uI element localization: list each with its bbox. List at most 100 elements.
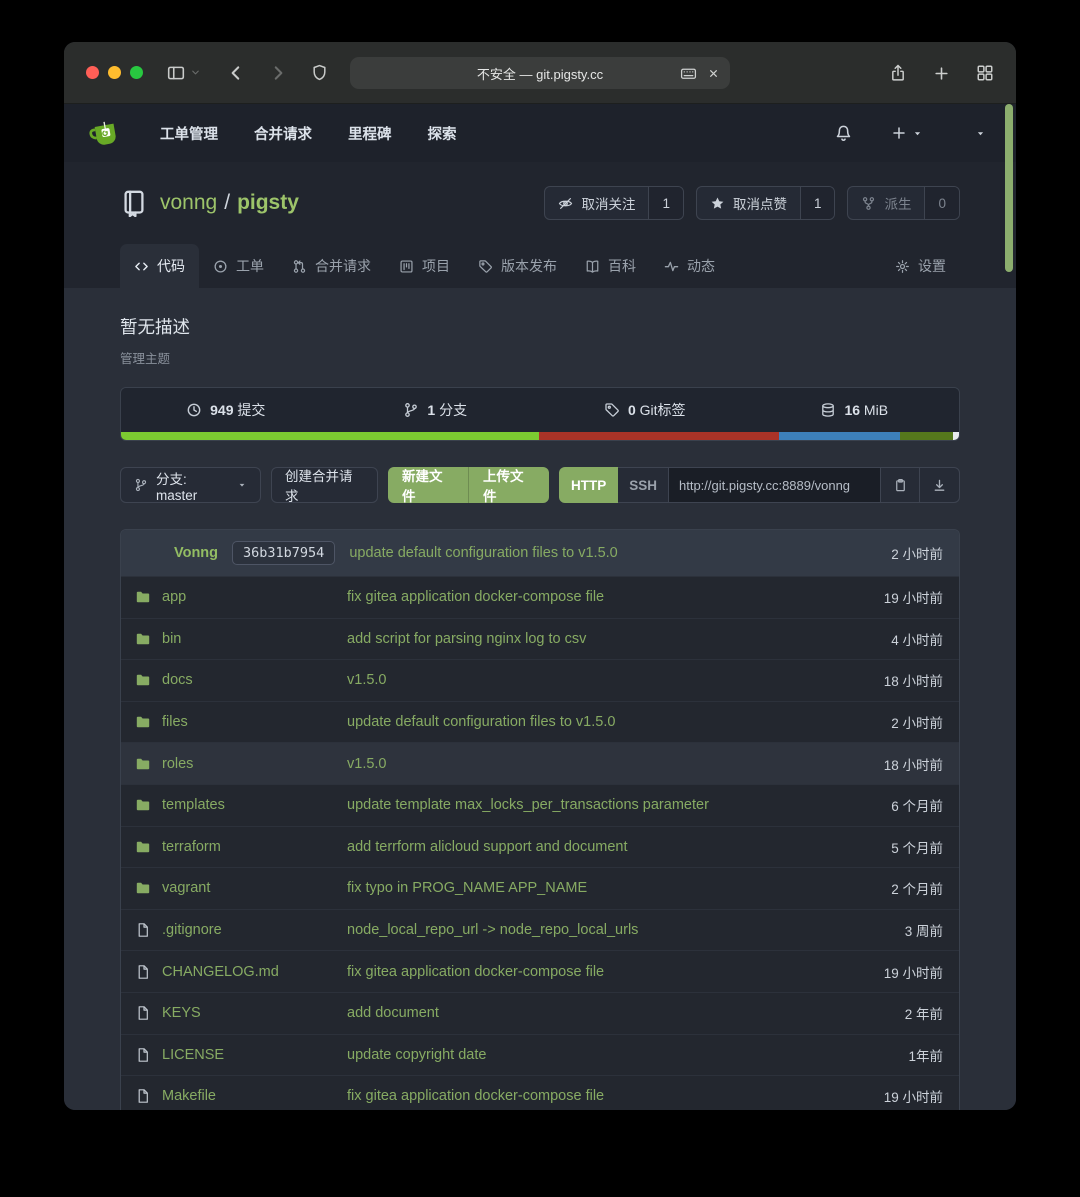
create-new-menu[interactable]: [891, 125, 923, 141]
file-commit-message-link[interactable]: fix gitea application docker-compose fil…: [347, 964, 872, 980]
file-row[interactable]: bin add script for parsing nginx log to …: [121, 618, 959, 660]
repo-action-button[interactable]: 派生 0: [847, 186, 960, 220]
file-commit-message-link[interactable]: fix typo in PROG_NAME APP_NAME: [347, 880, 879, 896]
action-count[interactable]: 0: [924, 187, 959, 219]
file-commit-message-link[interactable]: add script for parsing nginx log to csv: [347, 631, 879, 647]
file-commit-message-link[interactable]: update copyright date: [347, 1047, 896, 1063]
file-name-link[interactable]: app: [162, 589, 347, 605]
upload-file-button[interactable]: 上传文件: [468, 467, 549, 503]
stop-loading-icon[interactable]: [707, 67, 720, 80]
navbar-item[interactable]: 里程碑: [348, 123, 392, 144]
file-row[interactable]: CHANGELOG.md fix gitea application docke…: [121, 950, 959, 992]
shield-icon[interactable]: [311, 64, 328, 81]
file-name-link[interactable]: .gitignore: [162, 922, 347, 938]
file-row[interactable]: LICENSE update copyright date 1年前: [121, 1034, 959, 1076]
share-button[interactable]: [889, 64, 907, 82]
repo-tab[interactable]: 版本发布: [464, 244, 571, 288]
repo-tab[interactable]: 项目: [385, 244, 464, 288]
file-commit-message-link[interactable]: node_local_repo_url -> node_repo_local_u…: [347, 922, 893, 938]
create-pr-button[interactable]: 创建合并请求: [271, 467, 378, 503]
copy-url-button[interactable]: [880, 467, 920, 503]
page-scrollbar-thumb[interactable]: [1005, 104, 1013, 272]
translate-icon[interactable]: [680, 65, 697, 82]
branch-selector[interactable]: 分支: master: [120, 467, 261, 503]
file-row[interactable]: docs v1.5.0 18 小时前: [121, 659, 959, 701]
repo-action-button[interactable]: 取消点赞 1: [696, 186, 836, 220]
file-name-link[interactable]: KEYS: [162, 1005, 347, 1021]
http-protocol-button[interactable]: HTTP: [559, 467, 618, 503]
repo-owner-link[interactable]: vonng: [160, 191, 217, 214]
file-row[interactable]: app fix gitea application docker-compose…: [121, 576, 959, 618]
navbar-item[interactable]: 探索: [428, 123, 457, 144]
download-button[interactable]: [920, 467, 960, 503]
file-row[interactable]: templates update template max_locks_per_…: [121, 784, 959, 826]
file-commit-message-link[interactable]: fix gitea application docker-compose fil…: [347, 589, 872, 605]
action-count[interactable]: 1: [800, 187, 835, 219]
repo-tab[interactable]: 设置: [881, 244, 960, 288]
file-commit-time: 2 小时前: [879, 712, 943, 732]
address-bar[interactable]: 不安全 — git.pigsty.cc: [350, 57, 730, 89]
repo-name-link[interactable]: pigsty: [237, 191, 299, 214]
file-commit-message-link[interactable]: add terrform alicloud support and docume…: [347, 839, 879, 855]
file-commit-message-link[interactable]: update default configuration files to v1…: [347, 714, 879, 730]
back-button[interactable]: [227, 64, 245, 82]
repo-stat[interactable]: 0 Git标签: [540, 388, 750, 432]
repo-stat[interactable]: 16 MiB: [750, 388, 960, 432]
clone-url-group: HTTP SSH: [559, 467, 960, 503]
repo-tab[interactable]: 合并请求: [278, 244, 385, 288]
file-commit-message-link[interactable]: update template max_locks_per_transactio…: [347, 797, 879, 813]
forward-button[interactable]: [269, 64, 287, 82]
manage-topics-link[interactable]: 管理主题: [120, 348, 960, 367]
new-tab-button[interactable]: [933, 65, 950, 82]
tab-overview-button[interactable]: [976, 64, 994, 82]
file-commit-message-link[interactable]: add document: [347, 1005, 893, 1021]
close-window-button[interactable]: [86, 66, 99, 79]
file-name-link[interactable]: roles: [162, 756, 347, 772]
file-row[interactable]: Makefile fix gitea application docker-co…: [121, 1075, 959, 1110]
file-name-link[interactable]: vagrant: [162, 880, 347, 896]
user-menu-chevron-icon[interactable]: [975, 128, 986, 139]
repo-action-button[interactable]: 取消关注 1: [544, 186, 684, 220]
zoom-window-button[interactable]: [130, 66, 143, 79]
repo-tab[interactable]: 百科: [571, 244, 650, 288]
sidebar-icon[interactable]: [167, 64, 185, 82]
notifications-bell-icon[interactable]: [834, 124, 853, 143]
commit-message-link[interactable]: update default configuration files to v1…: [349, 545, 617, 561]
file-commit-time: 6 个月前: [879, 795, 943, 815]
commit-author-link[interactable]: Vonng: [174, 545, 218, 561]
commit-sha-badge[interactable]: 36b31b7954: [232, 541, 335, 565]
repo-tab[interactable]: 工单: [199, 244, 278, 288]
file-type-icon: [135, 880, 151, 896]
navbar-item[interactable]: 工单管理: [160, 123, 218, 144]
repo-stat[interactable]: 949 提交: [121, 388, 331, 432]
repo-tab[interactable]: 动态: [650, 244, 729, 288]
new-file-button[interactable]: 新建文件: [388, 467, 468, 503]
repo-stat[interactable]: 1 分支: [331, 388, 541, 432]
navbar-item[interactable]: 合并请求: [254, 123, 312, 144]
file-row[interactable]: .gitignore node_local_repo_url -> node_r…: [121, 909, 959, 951]
file-row[interactable]: terraform add terrform alicloud support …: [121, 826, 959, 868]
clone-url-input[interactable]: [668, 467, 880, 503]
file-name-link[interactable]: Makefile: [162, 1088, 347, 1104]
file-name-link[interactable]: docs: [162, 672, 347, 688]
chevron-down-icon[interactable]: [190, 67, 201, 78]
file-row[interactable]: vagrant fix typo in PROG_NAME APP_NAME 2…: [121, 867, 959, 909]
file-commit-message-link[interactable]: v1.5.0: [347, 672, 872, 688]
file-row[interactable]: files update default configuration files…: [121, 701, 959, 743]
file-name-link[interactable]: bin: [162, 631, 347, 647]
minimize-window-button[interactable]: [108, 66, 121, 79]
file-commit-message-link[interactable]: fix gitea application docker-compose fil…: [347, 1088, 872, 1104]
gitea-logo-icon[interactable]: [88, 115, 124, 151]
file-row[interactable]: KEYS add document 2 年前: [121, 992, 959, 1034]
ssh-protocol-button[interactable]: SSH: [618, 467, 668, 503]
language-stats-bar[interactable]: [121, 432, 959, 440]
file-name-link[interactable]: LICENSE: [162, 1047, 347, 1063]
file-name-link[interactable]: terraform: [162, 839, 347, 855]
file-row[interactable]: roles v1.5.0 18 小时前: [121, 742, 959, 784]
file-name-link[interactable]: files: [162, 714, 347, 730]
file-commit-message-link[interactable]: v1.5.0: [347, 756, 872, 772]
action-count[interactable]: 1: [648, 187, 683, 219]
file-name-link[interactable]: templates: [162, 797, 347, 813]
file-name-link[interactable]: CHANGELOG.md: [162, 964, 347, 980]
repo-tab[interactable]: 代码: [120, 244, 199, 288]
